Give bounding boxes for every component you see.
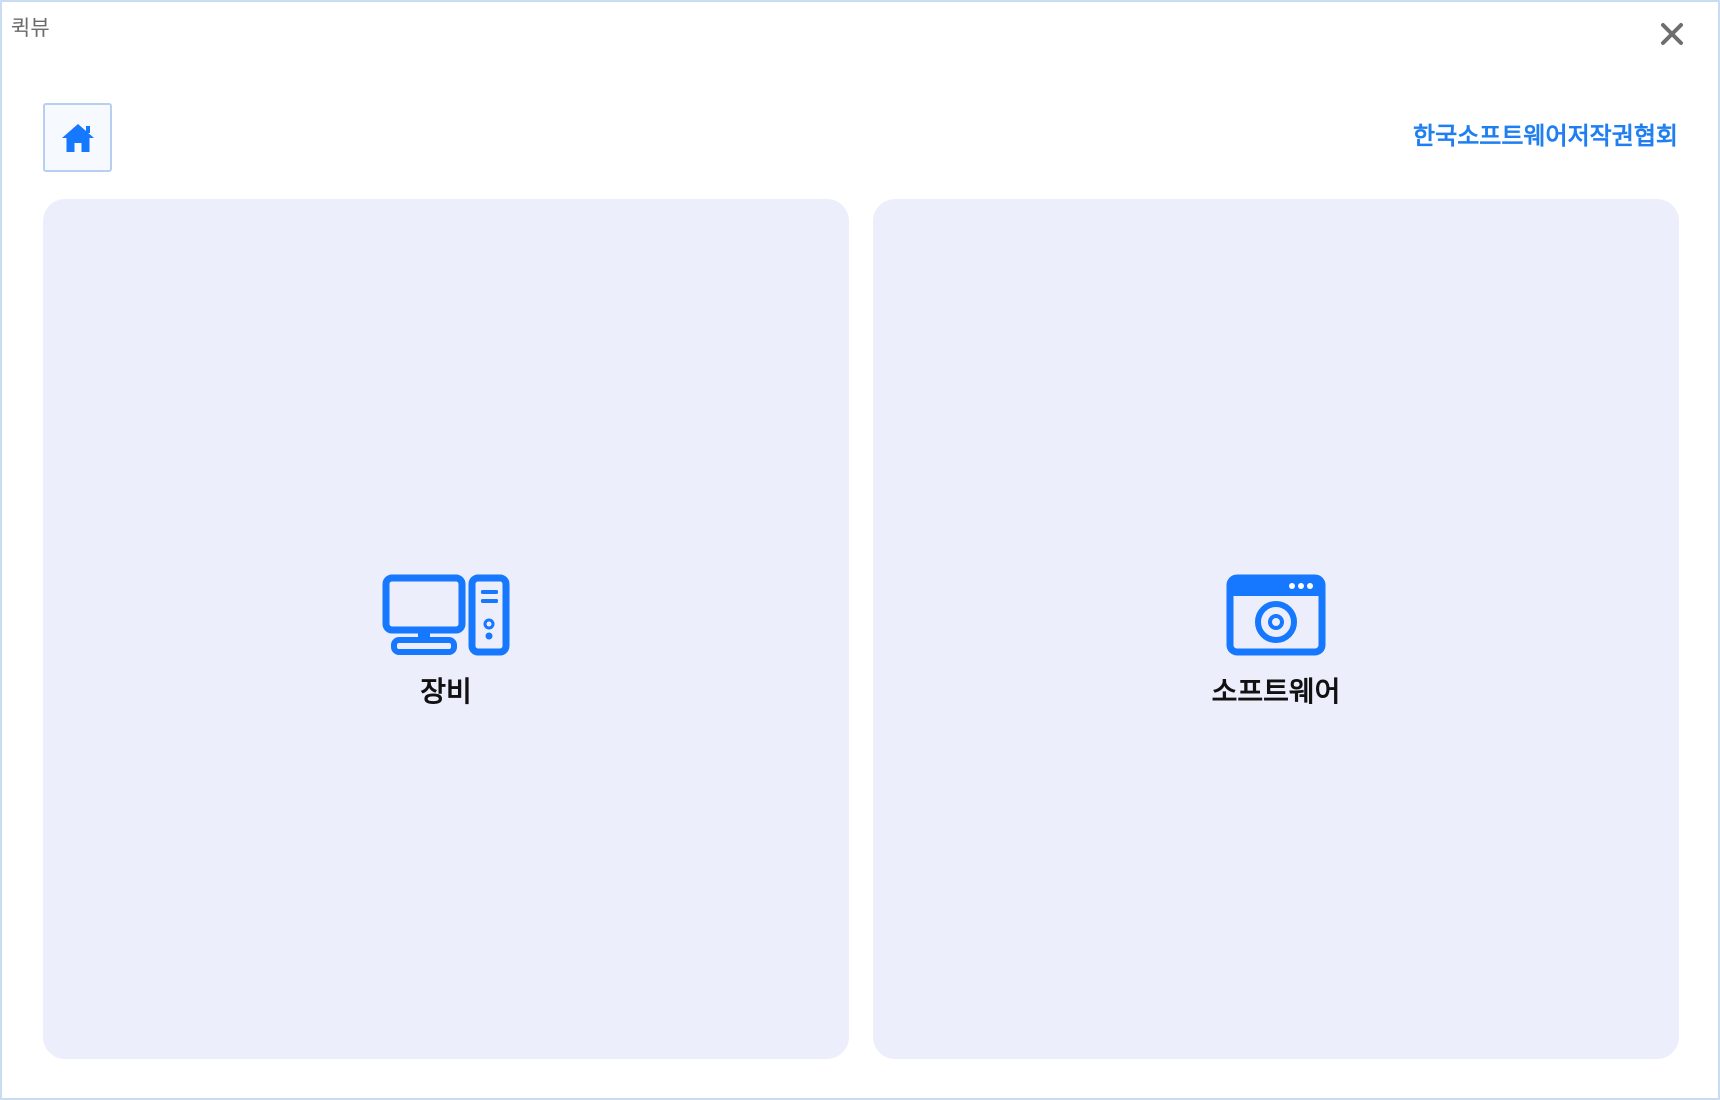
- quickview-window: 퀵뷰 한국소프트웨어저작권협회 장비 소프트웨어: [0, 0, 1720, 1100]
- org-link[interactable]: 한국소프트웨어저작권협회: [1413, 124, 1678, 148]
- software-label: 소프트웨어: [1211, 675, 1341, 708]
- software-card[interactable]: 소프트웨어: [873, 199, 1679, 1059]
- close-icon: [1661, 23, 1683, 45]
- software-card-content: 소프트웨어: [873, 574, 1679, 706]
- home-icon: [61, 123, 94, 152]
- window-title: 퀵뷰: [11, 16, 50, 40]
- equipment-card-content: 장비: [43, 574, 849, 706]
- home-button[interactable]: [43, 103, 112, 172]
- close-button[interactable]: [1654, 16, 1690, 52]
- equipment-label: 장비: [420, 675, 472, 708]
- equipment-card[interactable]: 장비: [43, 199, 849, 1059]
- software-disc-window-icon: [1226, 574, 1326, 656]
- desktop-computer-icon: [382, 574, 510, 656]
